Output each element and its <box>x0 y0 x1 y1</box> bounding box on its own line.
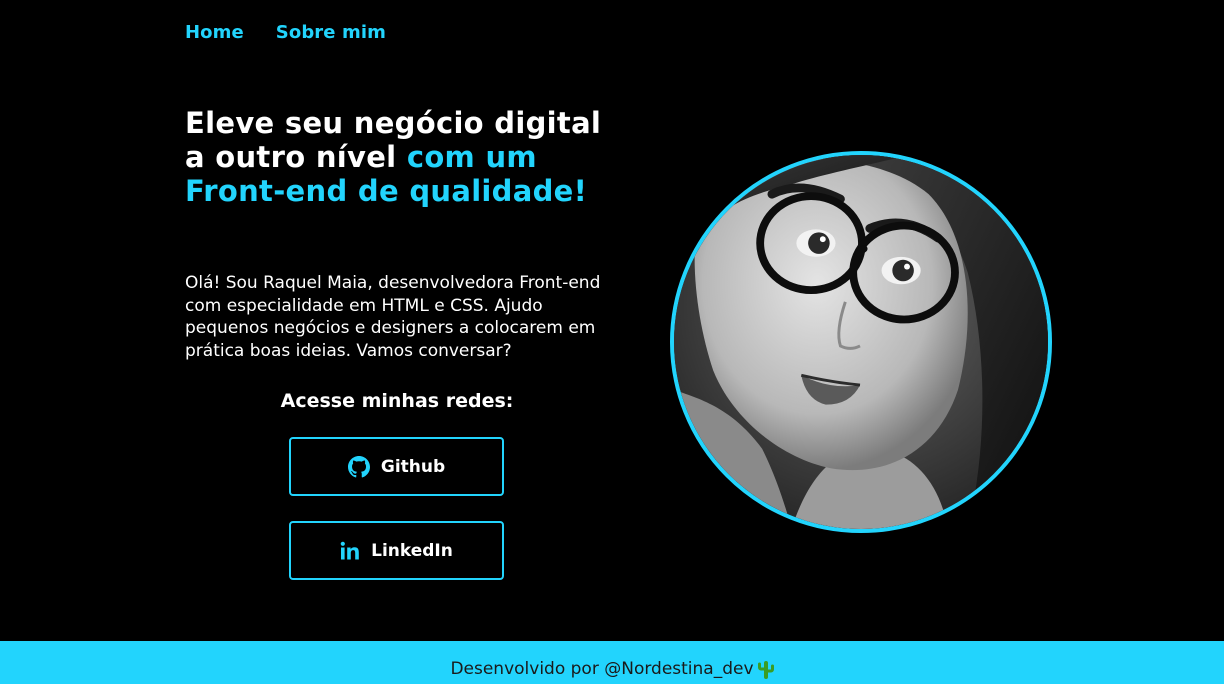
cactus-icon <box>757 647 774 679</box>
github-button-label: Github <box>380 456 446 477</box>
github-button[interactable]: Github <box>289 437 504 496</box>
nav-link-home[interactable]: Home <box>185 22 244 43</box>
linkedin-button-label: LinkedIn <box>371 540 453 561</box>
github-icon <box>347 455 370 478</box>
profile-photo <box>670 151 1052 533</box>
headline-white-part: Eleve seu negócio digital a outro nível <box>185 106 602 174</box>
top-nav: Home Sobre mim <box>185 22 386 43</box>
linkedin-button[interactable]: LinkedIn <box>289 521 504 580</box>
social-title: Acesse minhas redes: <box>280 390 514 412</box>
linkedin-icon <box>340 541 360 561</box>
footer: Desenvolvido por @Nordestina_dev <box>0 641 1224 684</box>
profile-illustration <box>674 155 1048 529</box>
footer-credit: Desenvolvido por @Nordestina_dev <box>450 658 754 679</box>
hero-intro-text: Olá! Sou Raquel Maia, desenvolvedora Fro… <box>185 273 601 361</box>
nav-link-sobre-mim[interactable]: Sobre mim <box>276 22 386 43</box>
hero-headline: Eleve seu negócio digital a outro nível … <box>185 106 625 208</box>
